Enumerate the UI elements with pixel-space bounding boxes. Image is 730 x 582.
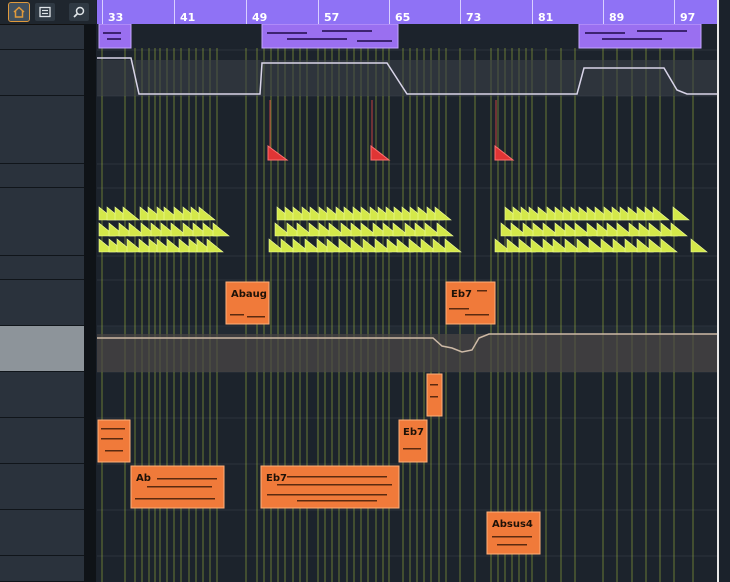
- track-header[interactable]: [0, 96, 84, 164]
- part-name: Absus4: [492, 519, 533, 530]
- part-name: Abaug: [231, 289, 267, 300]
- midi-part[interactable]: Abaug: [225, 281, 270, 325]
- part-name: Eb7: [451, 289, 472, 300]
- midi-part[interactable]: [578, 24, 702, 49]
- track-header[interactable]: [0, 280, 84, 326]
- bar-number: 81: [532, 0, 603, 24]
- timeline-ruler[interactable]: 33 41 49 57 65 73 81 89 97: [97, 0, 717, 24]
- track-list-splitter[interactable]: [84, 24, 96, 582]
- automation-lane-tempo[interactable]: [97, 333, 717, 372]
- midi-part[interactable]: Absus4: [486, 511, 541, 555]
- bar-number: 49: [246, 0, 318, 24]
- midi-part[interactable]: Eb7: [445, 281, 496, 325]
- search-icon: [73, 6, 85, 18]
- track-header[interactable]: [0, 464, 84, 510]
- midi-part[interactable]: [98, 24, 132, 49]
- midi-part[interactable]: Eb7: [398, 419, 428, 463]
- list-icon: [39, 6, 51, 18]
- midi-part[interactable]: [97, 419, 131, 463]
- automation-lane-volume[interactable]: [97, 57, 717, 96]
- bar-number: 41: [174, 0, 246, 24]
- search-button[interactable]: [69, 3, 89, 21]
- right-zone: [719, 0, 730, 582]
- bar-number: 33: [102, 0, 174, 24]
- midi-part[interactable]: [261, 24, 399, 49]
- bar-number: 97: [674, 0, 717, 24]
- track-header[interactable]: [0, 188, 84, 256]
- midi-part[interactable]: Eb7: [260, 465, 400, 509]
- bar-number: 73: [460, 0, 532, 24]
- bar-number: 57: [318, 0, 389, 24]
- arrangement-canvas: Abaug Eb7 Eb7 Ab Eb7 Absus4: [97, 24, 717, 582]
- part-name: Eb7: [403, 427, 424, 438]
- track-header[interactable]: [0, 372, 84, 418]
- bar-number: 89: [603, 0, 674, 24]
- home-folder-icon: [13, 6, 25, 18]
- track-header[interactable]: [0, 556, 84, 582]
- midi-part[interactable]: [426, 373, 443, 417]
- list-view-button[interactable]: [35, 3, 55, 21]
- bar-number: 65: [389, 0, 460, 24]
- track-toolbar: [0, 0, 96, 25]
- track-list: [0, 0, 84, 582]
- home-folder-button[interactable]: [8, 2, 30, 22]
- midi-part[interactable]: Ab: [130, 465, 225, 509]
- track-header[interactable]: [0, 24, 84, 50]
- track-header-selected[interactable]: [0, 326, 84, 372]
- track-header[interactable]: [0, 256, 84, 280]
- track-header[interactable]: [0, 418, 84, 464]
- track-header[interactable]: [0, 50, 84, 96]
- track-header[interactable]: [0, 164, 84, 188]
- track-header[interactable]: [0, 510, 84, 556]
- arrangement-area[interactable]: Abaug Eb7 Eb7 Ab Eb7 Absus4: [97, 24, 717, 582]
- part-name: Eb7: [266, 473, 287, 484]
- part-name: Ab: [136, 473, 151, 484]
